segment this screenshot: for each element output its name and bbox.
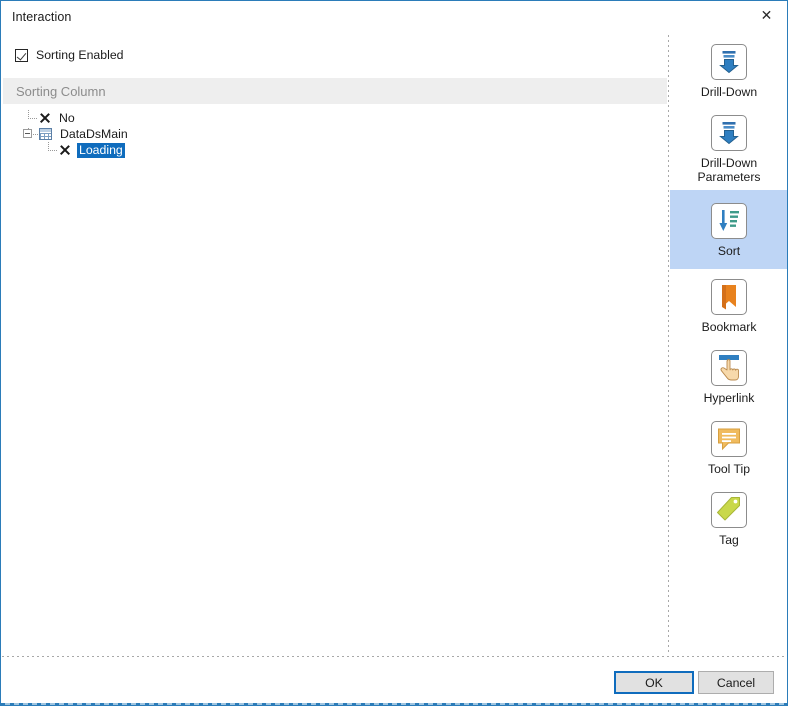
drill-down-parameters-icon: [711, 115, 747, 151]
hyperlink-icon: [711, 350, 747, 386]
tag-icon: [711, 492, 747, 528]
sorting-column-label: Sorting Column: [16, 83, 106, 99]
sidebar-item-drill-down[interactable]: Drill-Down: [670, 34, 787, 105]
sidebar-item-label: Bookmark: [701, 320, 757, 334]
tree-node-label: DataDsMain: [60, 126, 128, 141]
bookmark-icon: [711, 279, 747, 315]
tree-row[interactable]: No: [2, 110, 666, 126]
sidebar-item-hyperlink[interactable]: Hyperlink: [670, 340, 787, 411]
tree-expander-icon[interactable]: [23, 129, 32, 138]
window-bottom-edge: [1, 703, 787, 705]
sidebar-item-drill-down-parameters[interactable]: Drill-Down Parameters: [670, 105, 787, 190]
sorting-column-group-header: Sorting Column: [3, 78, 667, 104]
main-pane: Sorting Enabled Sorting Column No DataDs…: [2, 34, 668, 654]
x-icon: [39, 112, 51, 124]
sidebar-item-tool-tip[interactable]: Tool Tip: [670, 411, 787, 482]
close-icon: ✕: [760, 8, 773, 24]
sidebar-item-sort[interactable]: Sort: [670, 190, 787, 269]
x-icon: [59, 144, 71, 156]
close-button[interactable]: ✕: [744, 1, 787, 31]
sorting-enabled-label: Sorting Enabled: [36, 48, 124, 62]
interaction-dialog: Interaction ✕ Sorting Enabled Sorting Co…: [0, 0, 788, 706]
interaction-category-list: Drill-Down Drill-Down Parameters Sort Bo…: [670, 34, 787, 654]
sidebar-item-label: Hyperlink: [703, 391, 755, 405]
tree-node-label-selected: Loading: [77, 142, 125, 158]
footer-bar: OK Cancel: [1, 657, 787, 705]
tree-row[interactable]: Loading: [2, 142, 666, 158]
dialog-title: Interaction: [12, 10, 72, 24]
sort-icon: [711, 203, 747, 239]
sidebar-item-bookmark[interactable]: Bookmark: [670, 269, 787, 340]
sidebar-item-label: Tag: [719, 533, 739, 547]
tree-node-label: No: [59, 110, 75, 125]
sidebar-item-label: Drill-Down: [700, 85, 758, 99]
sorting-column-tree[interactable]: No DataDsMain Loading: [2, 110, 666, 158]
tool-tip-icon: [711, 421, 747, 457]
ok-button[interactable]: OK: [614, 671, 694, 694]
sidebar-item-tag[interactable]: Tag: [670, 482, 787, 553]
tree-row[interactable]: DataDsMain: [2, 126, 666, 142]
sidebar-item-label: Tool Tip: [708, 462, 750, 476]
title-bar: Interaction ✕: [1, 1, 787, 34]
cancel-button[interactable]: Cancel: [698, 671, 774, 694]
sorting-enabled-checkbox-row[interactable]: Sorting Enabled: [15, 48, 124, 62]
table-icon: [39, 128, 52, 140]
sidebar-item-label: Sort: [717, 244, 741, 258]
pane-divider: [668, 35, 669, 654]
sorting-enabled-checkbox[interactable]: [15, 48, 28, 62]
sidebar-item-label: Drill-Down Parameters: [697, 156, 761, 184]
drill-down-icon: [711, 44, 747, 80]
